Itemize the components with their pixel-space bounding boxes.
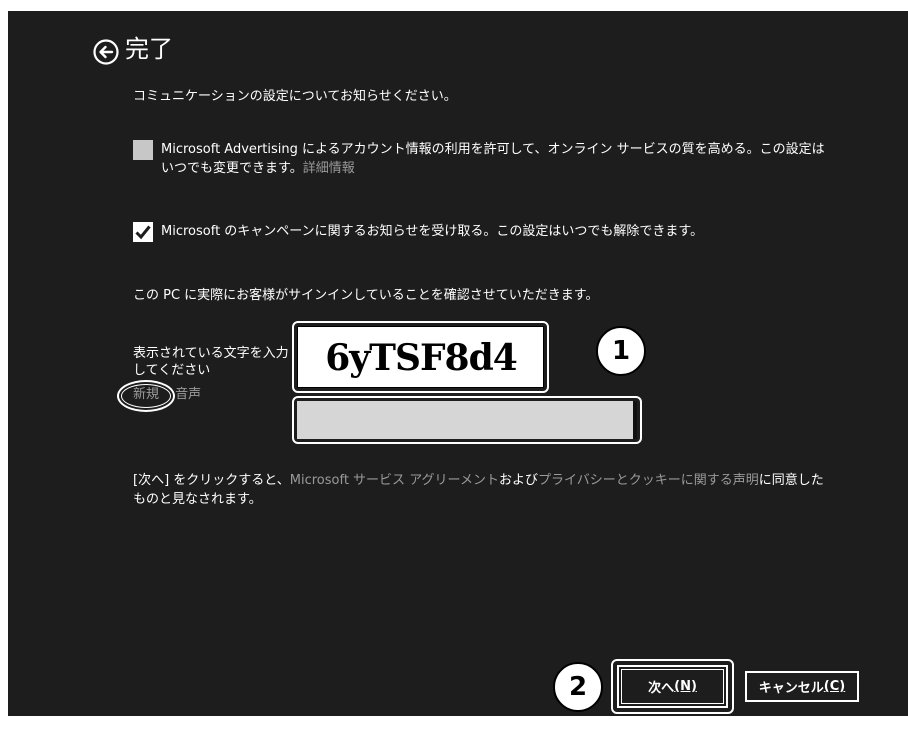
- step-badge-2: 2: [553, 662, 603, 712]
- campaign-option: Microsoft のキャンペーンに関するお知らせを受け取る。この設定はいつでも…: [133, 222, 833, 242]
- captcha-audio-link[interactable]: 音声: [175, 387, 201, 402]
- services-agreement-link[interactable]: Microsoft サービス アグリーメント: [290, 473, 499, 488]
- intro-text: コミュニケーションの設定についてお知らせください。: [133, 89, 457, 104]
- checkmark-icon: [135, 225, 151, 240]
- captcha-image: 6yTSF8d4: [297, 326, 544, 388]
- campaign-option-label: Microsoft のキャンペーンに関するお知らせを受け取る。この設定はいつでも…: [161, 224, 704, 239]
- advertising-checkbox[interactable]: [133, 140, 153, 160]
- captcha-label: 表示されている文字を入力してください: [133, 346, 289, 378]
- captcha-input-highlight: [292, 396, 642, 444]
- next-button-highlight: 次へ (N): [611, 659, 734, 714]
- page-title: 完了: [125, 35, 173, 63]
- agreement-text: [次へ] をクリックすると、Microsoft サービス アグリーメントおよびプ…: [133, 471, 833, 509]
- cancel-button[interactable]: キャンセル (C): [745, 671, 859, 702]
- verification-text: この PC に実際にお客様がサインインしていることを確認させていただきます。: [133, 288, 599, 303]
- captcha-glyphs: 6yTSF8d4: [325, 337, 518, 379]
- captcha-links: 新規 音声: [133, 386, 201, 404]
- setup-screen: 完了 コミュニケーションの設定についてお知らせください。 Microsoft A…: [8, 11, 908, 716]
- next-button[interactable]: 次へ (N): [617, 665, 728, 708]
- captcha-new-link[interactable]: 新規: [133, 387, 159, 402]
- agreement-middle: および: [499, 473, 539, 488]
- captcha-text: 6yTSF8d4: [325, 337, 517, 379]
- captcha-highlight-frame: 6yTSF8d4: [292, 321, 549, 393]
- cancel-button-key: (C): [823, 679, 846, 694]
- advertising-option-label: Microsoft Advertising によるアカウント情報の利用を許可して…: [161, 142, 825, 176]
- agreement-prefix: [次へ] をクリックすると、: [133, 473, 290, 488]
- next-button-label: 次へ: [648, 681, 675, 696]
- next-button-key: (N): [674, 679, 697, 694]
- advertising-option-text: Microsoft Advertising によるアカウント情報の利用を許可して…: [161, 140, 833, 178]
- step-badge-1: 1: [596, 326, 646, 376]
- details-link[interactable]: 詳細情報: [303, 161, 355, 176]
- cancel-button-label: キャンセル: [758, 681, 824, 696]
- advertising-option: Microsoft Advertising によるアカウント情報の利用を許可して…: [133, 140, 833, 178]
- privacy-statement-link[interactable]: プライバシーとクッキーに関する声明: [538, 473, 759, 488]
- back-arrow-icon[interactable]: [93, 39, 119, 65]
- captcha-input[interactable]: [297, 401, 637, 439]
- campaign-checkbox[interactable]: [133, 222, 153, 242]
